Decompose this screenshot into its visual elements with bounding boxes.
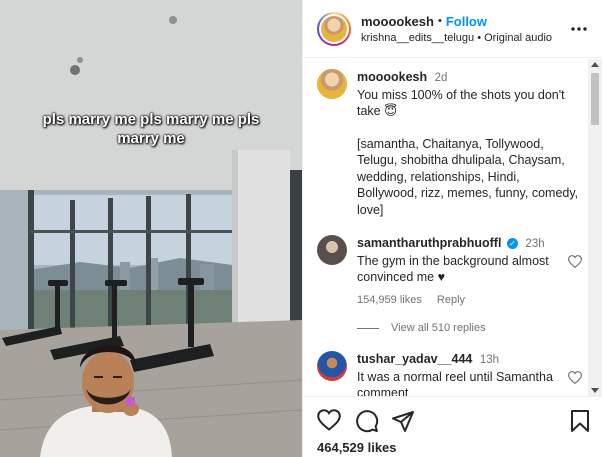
comment-username[interactable]: tushar_yadav__444: [357, 352, 472, 366]
comment-item: tushar_yadav__444 13h It was a normal re…: [317, 351, 583, 397]
scrollbar-thumb[interactable]: [591, 73, 599, 125]
scroll-up-arrow-icon[interactable]: [591, 62, 599, 67]
post-likes-count[interactable]: 464,529 likes: [317, 440, 397, 455]
comments-list[interactable]: mooookesh 2d You miss 100% of the shots …: [303, 59, 602, 396]
separator-dot: •: [437, 15, 442, 27]
audio-info: krishna__edits__telugu • Original audio: [361, 32, 568, 44]
post-header: mooookesh • Follow krishna__edits__telug…: [303, 0, 602, 58]
comment-username[interactable]: mooookesh: [357, 70, 427, 84]
bookmark-icon[interactable]: [570, 409, 590, 438]
reply-button[interactable]: Reply: [437, 294, 465, 306]
author-avatar[interactable]: [317, 11, 351, 46]
avatar[interactable]: [317, 351, 347, 381]
comment-text: It was a normal reel until Samantha comm…: [357, 369, 553, 397]
caption-tags: [samantha, Chaitanya, Tollywood, Telugu,…: [357, 136, 579, 217]
heart-icon[interactable]: [317, 409, 341, 436]
post-details-panel: mooookesh • Follow krishna__edits__telug…: [302, 0, 602, 457]
view-replies-button[interactable]: View all 510 replies: [357, 322, 486, 334]
comment-time[interactable]: 13h: [480, 354, 499, 366]
like-comment-heart-icon[interactable]: [567, 371, 583, 389]
comment-time[interactable]: 2d: [435, 72, 448, 84]
audio-separator: •: [477, 31, 482, 44]
instagram-post-window: pls marry me pls marry me pls marry me m…: [0, 0, 602, 457]
comments-scrollbar[interactable]: [588, 59, 602, 396]
comment-time[interactable]: 23h: [525, 238, 544, 250]
caption-text: You miss 100% of the shots you don't tak…: [357, 87, 565, 119]
verified-badge-icon: ✓: [506, 238, 518, 250]
scroll-down-arrow-icon[interactable]: [591, 388, 599, 393]
view-replies-label: View all 510 replies: [391, 322, 486, 334]
follow-button[interactable]: Follow: [446, 14, 487, 29]
avatar[interactable]: [317, 69, 347, 99]
audio-username[interactable]: krishna__edits__telugu: [361, 32, 474, 44]
replies-divider-line: [357, 327, 379, 329]
more-options-icon[interactable]: [568, 18, 590, 40]
caption-comment: mooookesh 2d You miss 100% of the shots …: [317, 69, 582, 218]
comment-item: samantharuthprabhuoffl ✓ 23h The gym in …: [317, 235, 583, 308]
post-actions-bar: 464,529 likes: [303, 396, 602, 457]
share-icon[interactable]: [391, 409, 415, 438]
comment-likes[interactable]: 154,959 likes: [357, 294, 422, 306]
comment-text: The gym in the background almost convinc…: [357, 253, 549, 285]
reel-video[interactable]: pls marry me pls marry me pls marry me: [0, 0, 302, 457]
video-caption: pls marry me pls marry me pls marry me: [42, 111, 260, 147]
audio-label[interactable]: Original audio: [484, 32, 552, 44]
post-header-text: mooookesh • Follow krishna__edits__telug…: [361, 14, 568, 44]
comment-username[interactable]: samantharuthprabhuoffl: [357, 236, 501, 250]
like-comment-heart-icon[interactable]: [567, 255, 583, 273]
gym-scene-image: [0, 0, 302, 457]
avatar[interactable]: [317, 235, 347, 265]
comment-icon[interactable]: [355, 409, 379, 438]
author-username[interactable]: mooookesh: [361, 14, 434, 29]
